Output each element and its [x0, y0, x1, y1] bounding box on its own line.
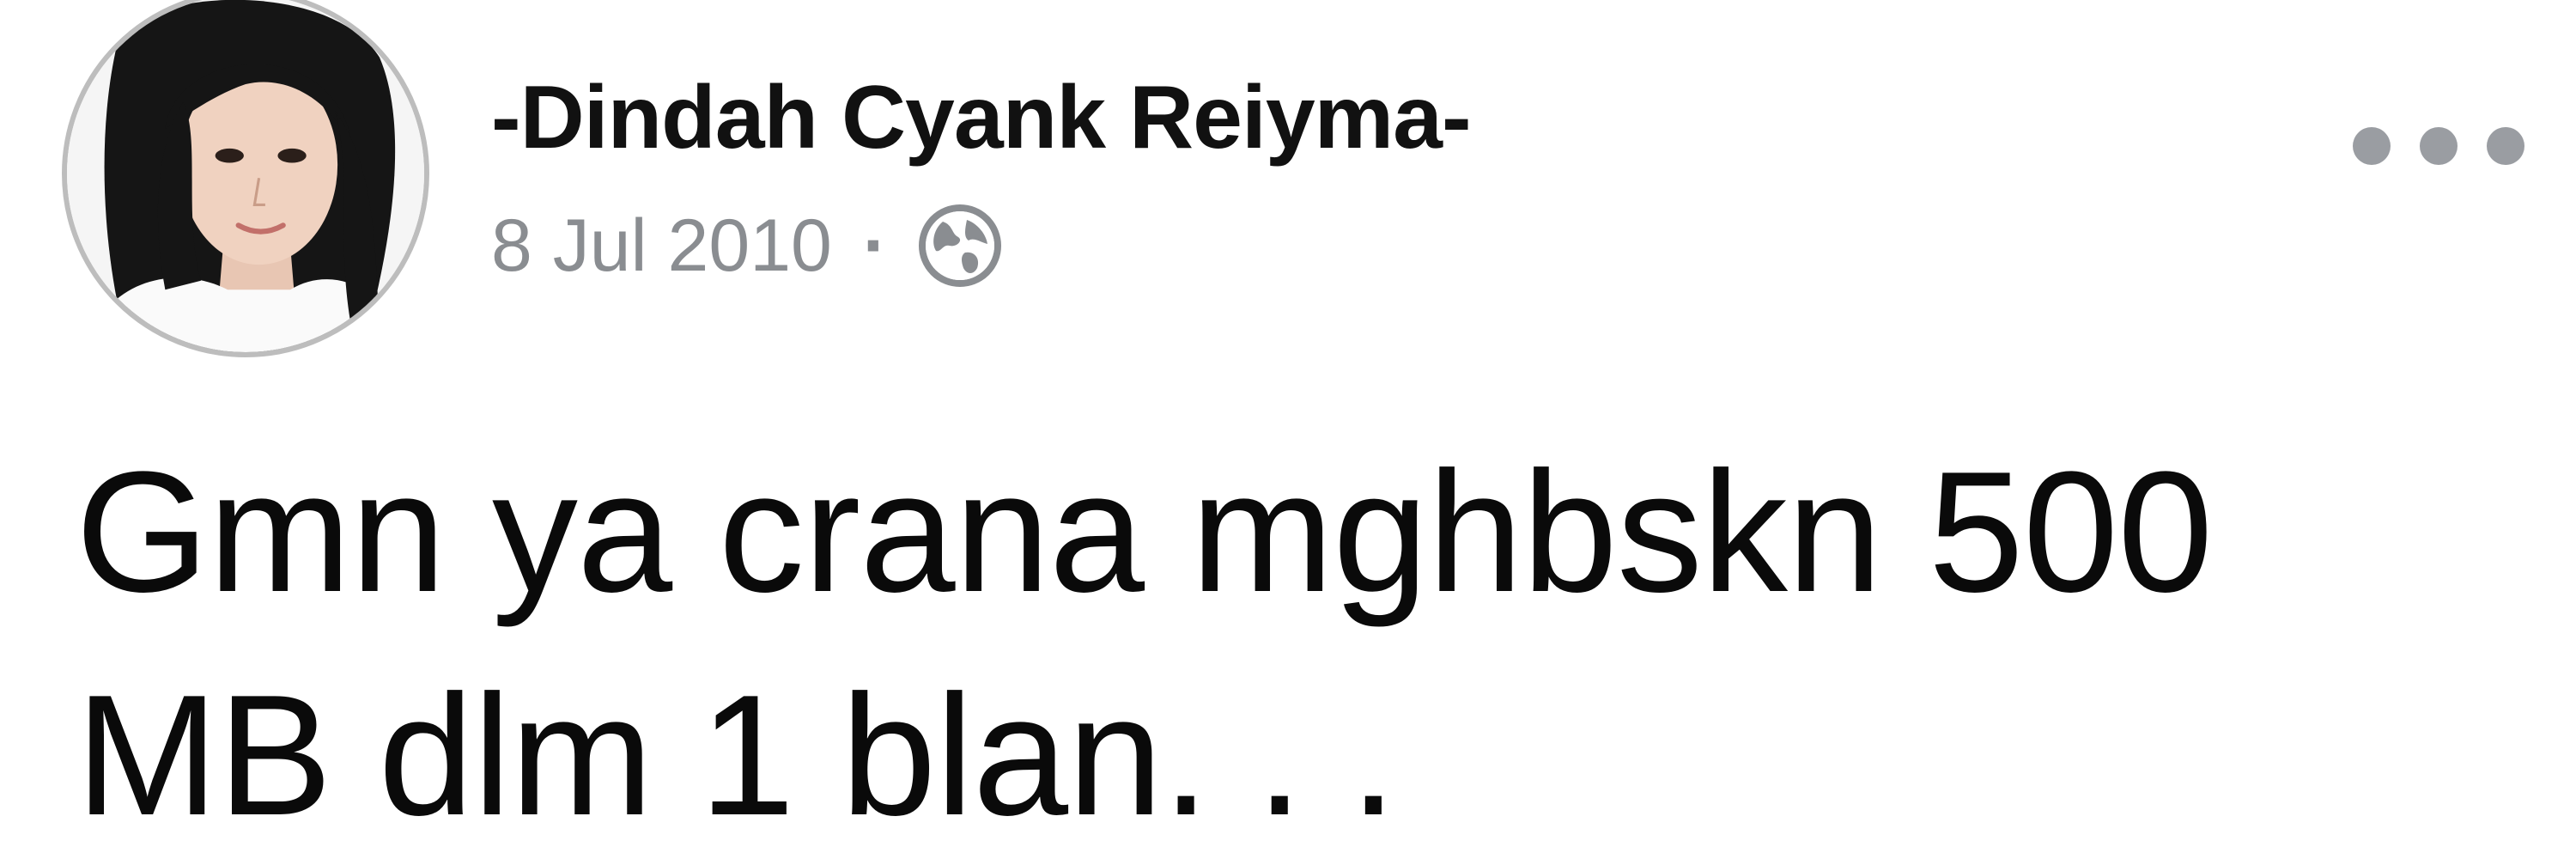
more-dot — [2353, 127, 2391, 165]
avatar[interactable] — [62, 0, 429, 357]
more-options-icon[interactable] — [2353, 120, 2524, 172]
profile-photo — [67, 0, 424, 352]
globe-icon[interactable] — [917, 203, 1003, 289]
author-name[interactable]: -Dindah Cyank Reiyma- — [491, 69, 1472, 168]
post-text-line: MB dlm 1 blan. . . — [76, 660, 1397, 851]
post-meta: 8 Jul 2010 · — [491, 203, 1003, 289]
post-text-line: Gmn ya crana mghbskn 500 — [76, 436, 2213, 628]
post-date[interactable]: 8 Jul 2010 — [491, 204, 832, 289]
facebook-post: -Dindah Cyank Reiyma- 8 Jul 2010 · Gmn y… — [0, 0, 2576, 859]
more-dot — [2420, 127, 2458, 165]
post-body: Gmn ya crana mghbskn 500 MB dlm 1 blan. … — [76, 447, 2463, 842]
more-dot — [2487, 127, 2524, 165]
meta-separator: · — [862, 204, 888, 287]
